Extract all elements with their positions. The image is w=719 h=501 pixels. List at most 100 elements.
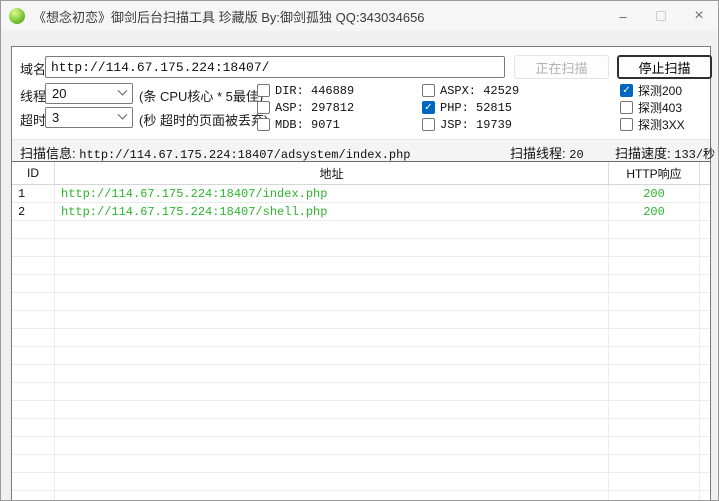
checkbox-item[interactable]: 探测403 — [620, 101, 685, 115]
checkbox-label: 探测200 — [638, 84, 683, 98]
checkbox-icon[interactable] — [422, 118, 435, 131]
row-spacer — [700, 239, 710, 257]
row-http-status — [609, 365, 700, 383]
row-spacer — [700, 473, 710, 491]
checkbox-item[interactable]: 探测3XX — [620, 118, 685, 132]
row-id — [12, 383, 55, 401]
row-url — [55, 275, 609, 293]
checkbox-label: 探测403 — [638, 101, 683, 115]
checkbox-icon[interactable] — [257, 101, 270, 114]
row-http-status — [609, 401, 700, 419]
row-url: http://114.67.175.224:18407/shell.php — [55, 203, 609, 221]
row-spacer — [700, 311, 710, 329]
row-url — [55, 473, 609, 491]
stop-scan-button[interactable]: 停止扫描 — [617, 55, 712, 79]
row-spacer — [700, 383, 710, 401]
row-url — [55, 293, 609, 311]
row-url — [55, 347, 609, 365]
threads-select[interactable]: 20 — [45, 83, 133, 104]
table-row — [12, 455, 710, 473]
table-row — [12, 383, 710, 401]
row-http-status — [609, 257, 700, 275]
row-http-status — [609, 347, 700, 365]
row-id — [12, 293, 55, 311]
row-id — [12, 473, 55, 491]
header-id[interactable]: ID — [12, 162, 55, 185]
row-id — [12, 491, 55, 500]
table-row — [12, 419, 710, 437]
row-http-status — [609, 329, 700, 347]
checkbox-icon[interactable] — [620, 101, 633, 114]
header-http-response[interactable]: HTTP响应 — [609, 162, 700, 185]
minimize-icon[interactable]: – — [604, 1, 642, 31]
scan-speed-value: 133/秒 — [674, 148, 716, 162]
checkbox-item[interactable]: DIR: 446889 — [257, 84, 354, 98]
row-http-status — [609, 383, 700, 401]
row-id — [12, 257, 55, 275]
table-row — [12, 365, 710, 383]
title-bar: 《想念初恋》御剑后台扫描工具 珍藏版 By:御剑孤独 QQ:343034656 … — [1, 1, 718, 31]
row-id — [12, 275, 55, 293]
checkbox-label: PHP: 52815 — [440, 100, 513, 115]
row-id: 2 — [12, 203, 55, 221]
scan-info: 扫描信息: http://114.67.175.224:18407/adsyst… — [20, 143, 411, 162]
row-id — [12, 221, 55, 239]
checkbox-item[interactable]: MDB: 9071 — [257, 118, 354, 132]
table-row — [12, 437, 710, 455]
row-http-status — [609, 311, 700, 329]
checkbox-item[interactable]: ✓ PHP: 52815 — [422, 100, 519, 115]
table-row[interactable]: 1 http://114.67.175.224:18407/index.php 20… — [12, 185, 710, 203]
checkbox-label: JSP: 19739 — [440, 117, 513, 132]
checkbox-item[interactable]: ✓ 探测200 — [620, 84, 685, 98]
checkbox-icon[interactable] — [257, 118, 270, 131]
checkbox-checked-icon[interactable]: ✓ — [422, 101, 435, 114]
row-http-status — [609, 275, 700, 293]
results-table: ID 地址 HTTP响应 1 http://114.67.175.224:1840… — [12, 162, 710, 500]
chevron-down-icon — [117, 85, 128, 96]
scan-threads-value: 20 — [569, 148, 584, 162]
scan-speed-label: 扫描速度: — [615, 146, 671, 161]
row-url — [55, 455, 609, 473]
table-row[interactable]: 2 http://114.67.175.224:18407/shell.php 20… — [12, 203, 710, 221]
checkbox-checked-icon[interactable]: ✓ — [620, 84, 633, 97]
table-row — [12, 491, 710, 500]
timeout-select[interactable]: 3 — [45, 107, 133, 128]
domain-input[interactable] — [45, 56, 505, 78]
checkbox-icon[interactable] — [257, 84, 270, 97]
row-id — [12, 437, 55, 455]
table-row — [12, 347, 710, 365]
main-panel: 域名: 正在扫描 停止扫描 线程: 20 (条 CPU核心 * 5最佳) 超时:… — [11, 46, 715, 500]
checkbox-icon[interactable] — [422, 84, 435, 97]
row-spacer — [700, 455, 710, 473]
row-spacer — [700, 419, 710, 437]
header-spacer — [700, 162, 710, 185]
row-url — [55, 419, 609, 437]
header-address[interactable]: 地址 — [55, 162, 609, 185]
row-http-status — [609, 437, 700, 455]
scan-info-label: 扫描信息: — [20, 146, 76, 161]
row-http-status — [609, 239, 700, 257]
checkbox-item[interactable]: ASP: 297812 — [257, 100, 355, 115]
detect-group: ✓ 探测200 探测403 探测3XX — [620, 84, 685, 132]
row-url — [55, 239, 609, 257]
scan-threads-label: 扫描线程: — [510, 146, 566, 161]
row-spacer — [700, 365, 710, 383]
row-spacer — [700, 185, 710, 203]
row-spacer — [700, 203, 710, 221]
table-row — [12, 275, 710, 293]
row-url — [55, 221, 609, 239]
timeout-hint: (秒 超时的页面被丢弃) — [139, 113, 269, 128]
close-icon[interactable]: × — [680, 1, 718, 31]
checkbox-item[interactable]: ASPX: 42529 — [422, 83, 520, 98]
checkbox-label: ASP: 297812 — [275, 100, 355, 115]
table-row — [12, 257, 710, 275]
checkbox-item[interactable]: JSP: 19739 — [422, 117, 519, 132]
row-url — [55, 437, 609, 455]
row-spacer — [700, 491, 710, 500]
table-row — [12, 239, 710, 257]
checkbox-icon[interactable] — [620, 118, 633, 131]
scan-info-url: http://114.67.175.224:18407/adsystem/ind… — [79, 148, 411, 162]
row-url — [55, 311, 609, 329]
checkbox-label: ASPX: 42529 — [440, 83, 520, 98]
chevron-down-icon — [117, 109, 128, 120]
